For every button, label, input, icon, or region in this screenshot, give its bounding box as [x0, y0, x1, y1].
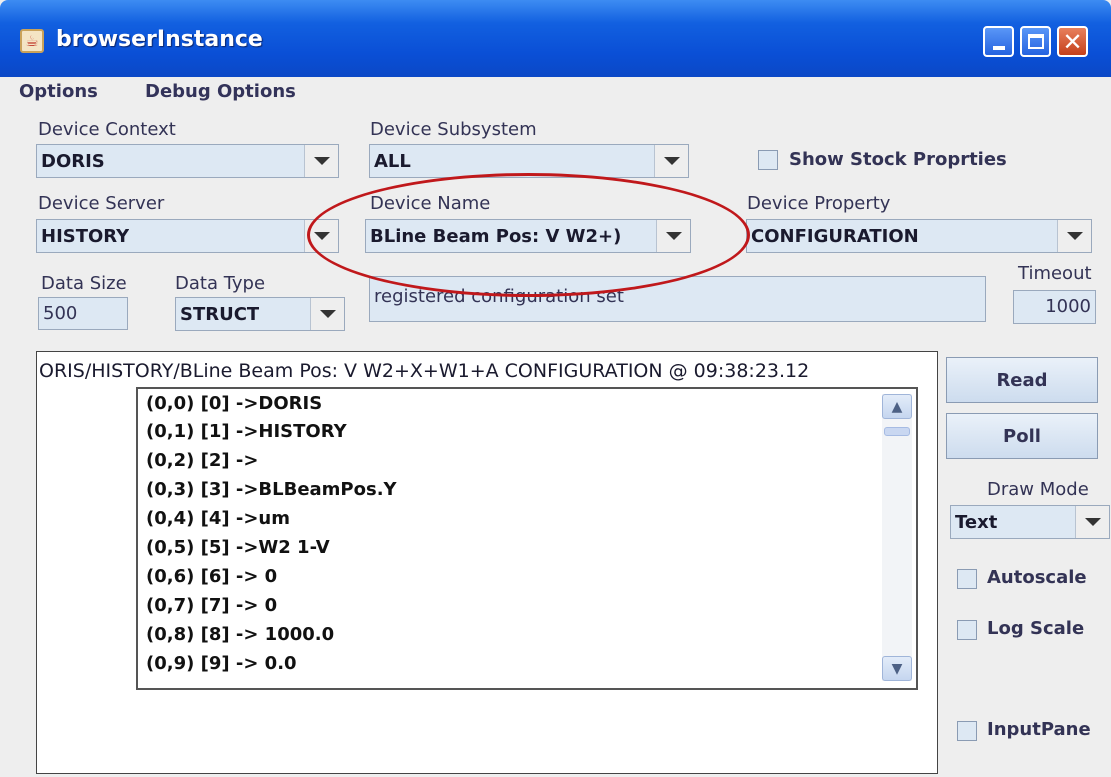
list-item[interactable]: (0,1) [1] ->HISTORY [146, 421, 347, 442]
show-stock-label: Show Stock Proprties [789, 149, 1007, 170]
timeout-label: Timeout [1018, 263, 1092, 284]
device-subsystem-combo[interactable]: ALL [369, 144, 689, 178]
scroll-down-icon[interactable]: ▼ [882, 656, 912, 681]
list-item[interactable]: (0,6) [6] -> 0 [146, 566, 277, 587]
chevron-down-icon[interactable] [304, 145, 338, 177]
maximize-button[interactable] [1020, 26, 1051, 57]
menu-bar: Options Debug Options [0, 77, 1111, 107]
scroll-thumb[interactable] [884, 427, 910, 436]
chevron-down-icon[interactable] [1075, 506, 1109, 538]
device-context-value: DORIS [41, 151, 105, 172]
menu-options[interactable]: Options [19, 81, 98, 102]
chevron-down-icon[interactable] [310, 298, 344, 330]
list-item[interactable]: (0,0) [0] ->DORIS [146, 393, 322, 414]
close-icon: ✕ [1062, 27, 1083, 56]
draw-mode-combo[interactable]: Text [950, 505, 1110, 539]
list-item[interactable]: (0,8) [8] -> 1000.0 [146, 624, 334, 645]
device-context-label: Device Context [38, 119, 176, 140]
chevron-down-icon[interactable] [304, 220, 338, 252]
list-item[interactable]: (0,7) [7] -> 0 [146, 595, 277, 616]
read-button[interactable]: Read [946, 357, 1098, 403]
close-button[interactable]: ✕ [1057, 26, 1088, 57]
input-pane-checkbox[interactable] [957, 721, 977, 741]
poll-button[interactable]: Poll [946, 413, 1098, 459]
menu-debug-options[interactable]: Debug Options [145, 81, 296, 102]
window-titlebar[interactable]: ☕ browserInstance ✕ [0, 0, 1111, 77]
device-subsystem-label: Device Subsystem [370, 119, 537, 140]
result-list[interactable]: (0,0) [0] ->DORIS (0,1) [1] ->HISTORY (0… [136, 387, 918, 690]
log-scale-label: Log Scale [987, 618, 1085, 639]
list-item[interactable]: (0,5) [5] ->W2 1-V [146, 537, 330, 558]
device-name-combo[interactable]: BLine Beam Pos: V W2+) [365, 219, 691, 253]
data-type-value: STRUCT [180, 304, 260, 325]
list-item[interactable]: (0,4) [4] ->um [146, 508, 290, 529]
list-item[interactable]: (0,3) [3] ->BLBeamPos.Y [146, 479, 397, 500]
minimize-icon [992, 45, 1005, 50]
output-pane[interactable]: ORIS/HISTORY/BLine Beam Pos: V W2+X+W1+A… [36, 351, 938, 774]
timeout-field[interactable]: 1000 [1013, 290, 1096, 324]
device-server-value: HISTORY [41, 226, 130, 247]
java-cup-icon: ☕ [20, 29, 44, 53]
log-scale-checkbox[interactable] [957, 620, 977, 640]
device-server-combo[interactable]: HISTORY [36, 219, 339, 253]
autoscale-checkbox[interactable] [957, 569, 977, 589]
draw-mode-value: Text [955, 512, 998, 533]
chevron-down-icon[interactable] [656, 220, 690, 252]
device-subsystem-value: ALL [374, 151, 411, 172]
device-context-combo[interactable]: DORIS [36, 144, 339, 178]
maximize-icon [1027, 34, 1044, 49]
window-title: browserInstance [56, 27, 263, 52]
list-item[interactable]: (0,9) [9] -> 0.0 [146, 653, 297, 674]
device-name-label: Device Name [370, 193, 491, 214]
device-name-value: BLine Beam Pos: V W2+) [370, 226, 622, 247]
device-property-label: Device Property [747, 193, 891, 214]
chevron-down-icon[interactable] [654, 145, 688, 177]
draw-mode-label: Draw Mode [987, 479, 1089, 500]
description-field[interactable]: registered configuration set [369, 276, 986, 322]
vertical-scrollbar[interactable]: ▲ ▼ [882, 394, 912, 681]
autoscale-label: Autoscale [987, 567, 1087, 588]
data-size-field[interactable]: 500 [38, 297, 128, 330]
device-property-combo[interactable]: CONFIGURATION [746, 219, 1092, 253]
data-type-label: Data Type [175, 273, 266, 294]
output-header: ORIS/HISTORY/BLine Beam Pos: V W2+X+W1+A… [39, 360, 810, 382]
data-type-combo[interactable]: STRUCT [175, 297, 345, 331]
device-server-label: Device Server [38, 193, 165, 214]
device-property-value: CONFIGURATION [751, 226, 919, 247]
minimize-button[interactable] [983, 26, 1014, 57]
data-size-label: Data Size [41, 273, 127, 294]
list-item[interactable]: (0,2) [2] -> [146, 450, 258, 471]
scroll-up-icon[interactable]: ▲ [882, 394, 912, 419]
input-pane-label: InputPane [987, 719, 1091, 740]
chevron-down-icon[interactable] [1057, 220, 1091, 252]
show-stock-checkbox[interactable] [758, 150, 778, 170]
